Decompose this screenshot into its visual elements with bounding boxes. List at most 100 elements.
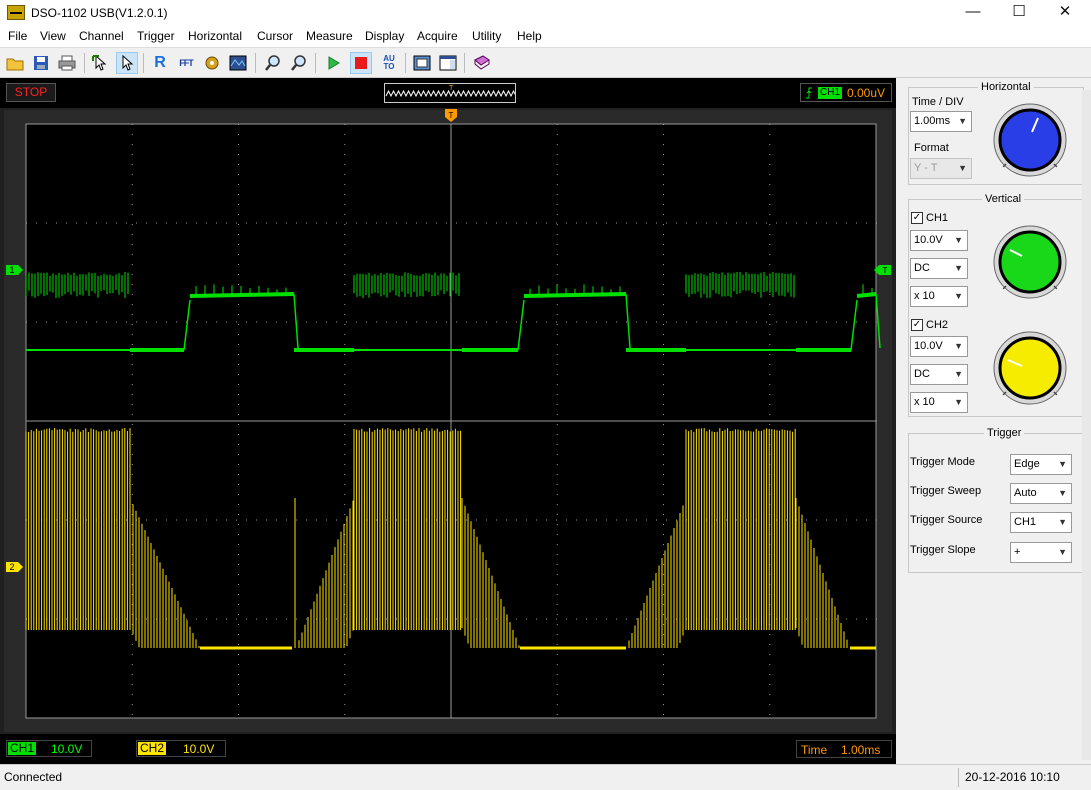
- auto-icon[interactable]: AU TO: [378, 52, 400, 74]
- vertical-title: Vertical: [982, 193, 1024, 205]
- save-icon[interactable]: [30, 52, 52, 74]
- format-select: Y - T ▼: [910, 158, 972, 179]
- chevron-down-icon: ▼: [954, 231, 963, 250]
- display-icon[interactable]: [227, 52, 249, 74]
- ch1-tag-value: 10.0V: [51, 742, 82, 756]
- maximize-button[interactable]: ☐: [996, 0, 1042, 26]
- chevron-down-icon: ▼: [1058, 455, 1067, 474]
- ref-icon[interactable]: R: [149, 52, 171, 74]
- close-button[interactable]: ✕: [1042, 0, 1088, 26]
- svg-text:2: 2: [9, 562, 14, 572]
- timebase-readout: Time 1.00ms: [796, 740, 892, 758]
- ch2-coupling-select[interactable]: DC ▼: [910, 364, 968, 385]
- ch1-tag-label: CH1: [8, 742, 36, 755]
- horizontal-title: Horizontal: [978, 81, 1034, 93]
- trigger-sweep-select[interactable]: Auto ▼: [1010, 483, 1072, 504]
- zoom-in-icon[interactable]: [262, 52, 284, 74]
- ch2-tag-value: 10.0V: [183, 742, 214, 756]
- ch1-volts-select[interactable]: 10.0V ▼: [910, 230, 968, 251]
- ch2-scale-readout: CH2 10.0V: [136, 740, 226, 757]
- select-arrow-icon[interactable]: [116, 52, 138, 74]
- ch2-checkbox[interactable]: ✓: [911, 319, 923, 331]
- menu-display[interactable]: Display: [365, 29, 404, 43]
- menu-measure[interactable]: Measure: [306, 29, 353, 43]
- ch2-level-marker: 2: [6, 562, 23, 572]
- trigger-source-label: Trigger Source: [910, 514, 982, 526]
- waveform-screen[interactable]: T 1 2 T: [0, 78, 896, 734]
- minimize-button[interactable]: —: [950, 0, 996, 26]
- ch1-label: CH1: [926, 212, 948, 224]
- scope-bottom-strip: CH1 10.0V CH2 10.0V Time 1.00ms: [0, 734, 896, 764]
- time-div-label: Time / DIV: [912, 96, 964, 108]
- chevron-down-icon: ▼: [954, 259, 963, 278]
- trigger-mode-label: Trigger Mode: [910, 456, 975, 468]
- window-icon[interactable]: [437, 52, 459, 74]
- time-div-select[interactable]: 1.00ms ▼: [910, 111, 972, 132]
- chevron-down-icon: ▼: [954, 393, 963, 412]
- chevron-down-icon: ▼: [954, 287, 963, 306]
- menu-bar: File View Channel Trigger Horizontal Cur…: [0, 26, 1091, 47]
- panel-scrollbar[interactable]: [1082, 90, 1091, 760]
- ch1-level-marker: 1: [6, 265, 23, 275]
- status-datetime: 20-12-2016 10:10: [958, 768, 1086, 787]
- pointer-cursor-icon[interactable]: [90, 52, 112, 74]
- screenshot-icon[interactable]: [411, 52, 433, 74]
- menu-help[interactable]: Help: [517, 29, 542, 43]
- control-panel: Horizontal Time / DIV 1.00ms ▼ Format Y -…: [896, 78, 1091, 764]
- menu-utility[interactable]: Utility: [472, 29, 501, 43]
- open-folder-icon[interactable]: [4, 52, 26, 74]
- chevron-down-icon: ▼: [958, 112, 967, 131]
- trigger-position-marker: T: [445, 109, 457, 122]
- chevron-down-icon: ▼: [1058, 543, 1067, 562]
- trigger-mode-select[interactable]: Edge ▼: [1010, 454, 1072, 475]
- window-title: DSO-1102 USB(V1.2.0.1): [31, 6, 168, 20]
- zoom-out-icon[interactable]: [288, 52, 310, 74]
- ch2-label: CH2: [926, 319, 948, 331]
- connection-status: Connected: [4, 770, 62, 784]
- status-bar: Connected 20-12-2016 10:10: [0, 764, 1091, 790]
- chevron-down-icon: ▼: [954, 337, 963, 356]
- chevron-down-icon: ▼: [954, 365, 963, 384]
- time-value: 1.00ms: [841, 743, 880, 757]
- menu-view[interactable]: View: [40, 29, 66, 43]
- format-label: Format: [914, 142, 949, 154]
- book-icon[interactable]: [471, 52, 493, 74]
- ch2-volts-select[interactable]: 10.0V ▼: [910, 336, 968, 357]
- menu-trigger[interactable]: Trigger: [137, 29, 175, 43]
- menu-acquire[interactable]: Acquire: [417, 29, 458, 43]
- svg-text:T: T: [883, 266, 888, 275]
- scope-display: STOP T CH1 0.00uV T 1 2 T CH1 10.0V CH2 …: [0, 78, 896, 764]
- chevron-down-icon: ▼: [958, 159, 967, 178]
- chevron-down-icon: ▼: [1058, 484, 1067, 503]
- ch1-volts-knob[interactable]: [992, 224, 1068, 300]
- ch1-scale-readout: CH1 10.0V: [6, 740, 92, 757]
- run-icon[interactable]: [322, 52, 344, 74]
- menu-cursor[interactable]: Cursor: [257, 29, 293, 43]
- timebase-knob[interactable]: [992, 102, 1068, 178]
- math-icon[interactable]: [201, 52, 223, 74]
- ch1-coupling-select[interactable]: DC ▼: [910, 258, 968, 279]
- ch1-checkbox[interactable]: ✓: [911, 212, 923, 224]
- svg-text:1: 1: [9, 265, 14, 275]
- app-logo-icon: [7, 5, 25, 20]
- menu-horizontal[interactable]: Horizontal: [188, 29, 242, 43]
- trigger-slope-label: Trigger Slope: [910, 544, 976, 556]
- trigger-level-marker: T: [874, 265, 891, 275]
- ch1-probe-select[interactable]: x 10 ▼: [910, 286, 968, 307]
- chevron-down-icon: ▼: [1058, 513, 1067, 532]
- svg-text:T: T: [449, 111, 454, 120]
- stop-icon[interactable]: [350, 52, 372, 74]
- toolbar: R FFT AU TO: [0, 47, 1091, 78]
- ch2-probe-select[interactable]: x 10 ▼: [910, 392, 968, 413]
- trigger-sweep-label: Trigger Sweep: [910, 485, 981, 497]
- ch2-tag-label: CH2: [138, 742, 166, 755]
- ch2-volts-knob[interactable]: [992, 330, 1068, 406]
- title-bar: DSO-1102 USB(V1.2.0.1) — ☐ ✕: [0, 0, 1091, 26]
- time-label: Time: [801, 743, 827, 757]
- menu-file[interactable]: File: [8, 29, 27, 43]
- trigger-slope-select[interactable]: + ▼: [1010, 542, 1072, 563]
- menu-channel[interactable]: Channel: [79, 29, 124, 43]
- trigger-source-select[interactable]: CH1 ▼: [1010, 512, 1072, 533]
- print-icon[interactable]: [56, 52, 78, 74]
- fft-icon[interactable]: FFT: [175, 52, 197, 74]
